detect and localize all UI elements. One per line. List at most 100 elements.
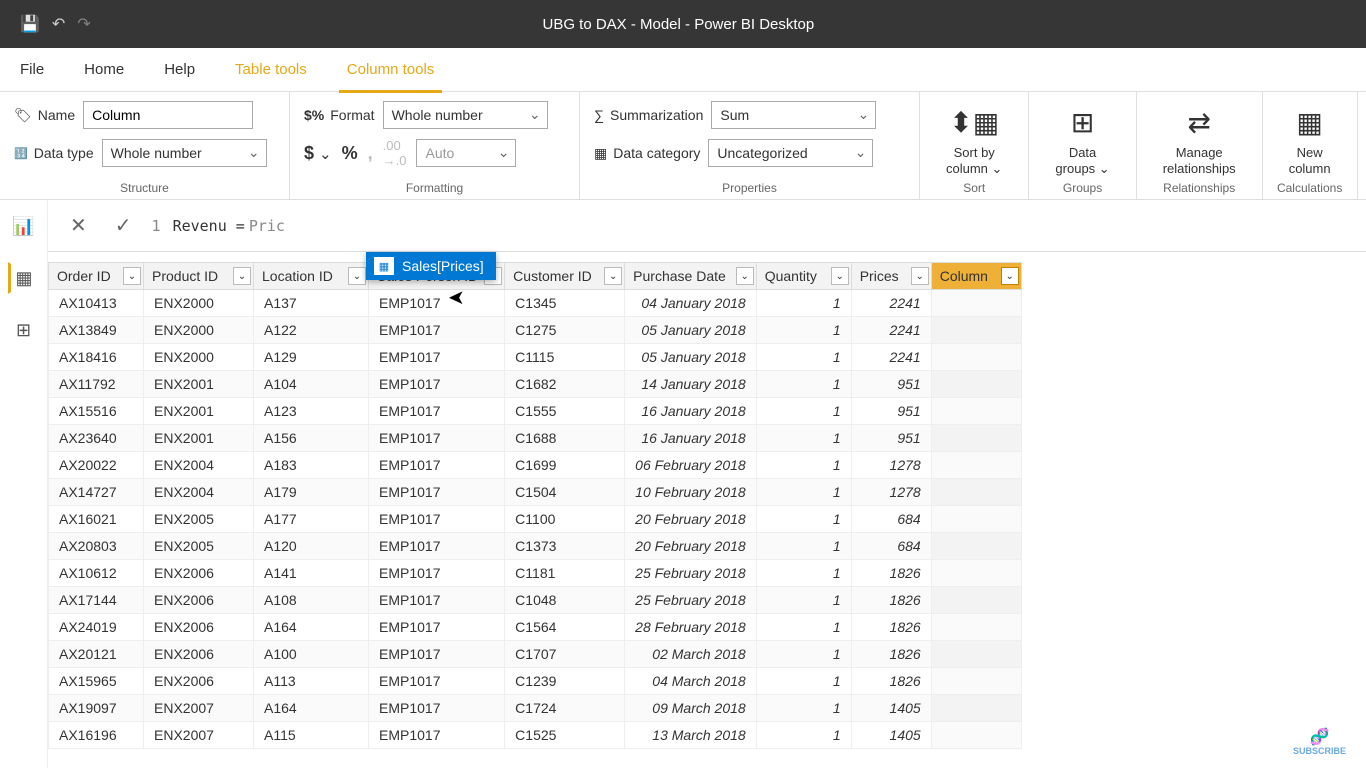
table-cell[interactable]: EMP1017: [369, 452, 505, 479]
data-view-icon[interactable]: ▦: [8, 262, 40, 294]
table-row[interactable]: AX15516ENX2001A123EMP1017C155516 January…: [49, 398, 1022, 425]
table-cell[interactable]: ENX2005: [144, 506, 254, 533]
thousands-icon[interactable]: ,: [368, 143, 373, 164]
data-groups-button[interactable]: ⊞ Data groups ⌄: [1043, 100, 1121, 179]
table-cell[interactable]: ENX2006: [144, 614, 254, 641]
table-cell[interactable]: 1826: [851, 587, 931, 614]
table-cell[interactable]: AX15965: [49, 668, 144, 695]
table-cell[interactable]: AX18416: [49, 344, 144, 371]
table-cell[interactable]: EMP1017: [369, 614, 505, 641]
table-cell[interactable]: A141: [254, 560, 369, 587]
table-cell[interactable]: A122: [254, 317, 369, 344]
column-header[interactable]: Product ID⌄: [144, 263, 254, 290]
table-cell[interactable]: [931, 695, 1021, 722]
table-cell[interactable]: [931, 344, 1021, 371]
undo-icon[interactable]: ↶: [52, 14, 65, 34]
table-cell[interactable]: 05 January 2018: [625, 317, 757, 344]
table-cell[interactable]: A104: [254, 371, 369, 398]
table-cell[interactable]: ENX2001: [144, 425, 254, 452]
table-cell[interactable]: ENX2000: [144, 317, 254, 344]
filter-icon[interactable]: ⌄: [831, 267, 849, 285]
table-cell[interactable]: 1: [756, 344, 851, 371]
filter-icon[interactable]: ⌄: [348, 267, 366, 285]
tab-file[interactable]: File: [0, 48, 64, 92]
table-cell[interactable]: AX20121: [49, 641, 144, 668]
table-cell[interactable]: EMP1017: [369, 695, 505, 722]
table-row[interactable]: AX11792ENX2001A104EMP1017C168214 January…: [49, 371, 1022, 398]
table-cell[interactable]: EMP1017: [369, 533, 505, 560]
table-cell[interactable]: A120: [254, 533, 369, 560]
table-cell[interactable]: 13 March 2018: [625, 722, 757, 749]
table-cell[interactable]: EMP1017: [369, 317, 505, 344]
table-cell[interactable]: AX20803: [49, 533, 144, 560]
table-cell[interactable]: [931, 425, 1021, 452]
table-cell[interactable]: A123: [254, 398, 369, 425]
table-cell[interactable]: AX15516: [49, 398, 144, 425]
table-cell[interactable]: ENX2006: [144, 641, 254, 668]
table-cell[interactable]: ENX2007: [144, 695, 254, 722]
table-cell[interactable]: C1525: [505, 722, 625, 749]
table-cell[interactable]: [931, 560, 1021, 587]
table-cell[interactable]: 20 February 2018: [625, 533, 757, 560]
table-cell[interactable]: A113: [254, 668, 369, 695]
table-cell[interactable]: 06 February 2018: [625, 452, 757, 479]
table-row[interactable]: AX20803ENX2005A120EMP1017C137320 Februar…: [49, 533, 1022, 560]
table-cell[interactable]: A137: [254, 290, 369, 317]
table-cell[interactable]: ENX2006: [144, 560, 254, 587]
column-header[interactable]: Location ID⌄: [254, 263, 369, 290]
table-cell[interactable]: ENX2000: [144, 344, 254, 371]
percent-icon[interactable]: %: [342, 143, 358, 164]
table-cell[interactable]: C1564: [505, 614, 625, 641]
table-cell[interactable]: 2241: [851, 317, 931, 344]
table-cell[interactable]: C1555: [505, 398, 625, 425]
table-cell[interactable]: C1699: [505, 452, 625, 479]
table-row[interactable]: AX18416ENX2000A129EMP1017C111505 January…: [49, 344, 1022, 371]
table-cell[interactable]: EMP1017: [369, 641, 505, 668]
table-cell[interactable]: EMP1017: [369, 290, 505, 317]
table-cell[interactable]: 16 January 2018: [625, 425, 757, 452]
table-cell[interactable]: AX24019: [49, 614, 144, 641]
table-cell[interactable]: AX19097: [49, 695, 144, 722]
currency-icon[interactable]: $ ⌄: [304, 143, 332, 164]
table-cell[interactable]: 1: [756, 398, 851, 425]
table-cell[interactable]: 1826: [851, 668, 931, 695]
table-cell[interactable]: 1: [756, 290, 851, 317]
table-cell[interactable]: AX16196: [49, 722, 144, 749]
table-cell[interactable]: EMP1017: [369, 560, 505, 587]
table-cell[interactable]: 1: [756, 695, 851, 722]
column-header[interactable]: Purchase Date⌄: [625, 263, 757, 290]
table-cell[interactable]: AX11792: [49, 371, 144, 398]
filter-icon[interactable]: ⌄: [123, 267, 141, 285]
filter-icon[interactable]: ⌄: [233, 267, 251, 285]
table-cell[interactable]: 14 January 2018: [625, 371, 757, 398]
table-cell[interactable]: A129: [254, 344, 369, 371]
column-header[interactable]: Quantity⌄: [756, 263, 851, 290]
table-cell[interactable]: AX13849: [49, 317, 144, 344]
table-cell[interactable]: ENX2004: [144, 479, 254, 506]
table-cell[interactable]: 1826: [851, 641, 931, 668]
table-cell[interactable]: [931, 317, 1021, 344]
table-row[interactable]: AX13849ENX2000A122EMP1017C127505 January…: [49, 317, 1022, 344]
table-cell[interactable]: 1405: [851, 722, 931, 749]
table-cell[interactable]: 2241: [851, 290, 931, 317]
table-cell[interactable]: ENX2007: [144, 722, 254, 749]
table-row[interactable]: AX15965ENX2006A113EMP1017C123904 March 2…: [49, 668, 1022, 695]
column-header[interactable]: Order ID⌄: [49, 263, 144, 290]
table-cell[interactable]: C1504: [505, 479, 625, 506]
table-cell[interactable]: EMP1017: [369, 587, 505, 614]
table-row[interactable]: AX20121ENX2006A100EMP1017C170702 March 2…: [49, 641, 1022, 668]
table-cell[interactable]: EMP1017: [369, 479, 505, 506]
table-cell[interactable]: ENX2001: [144, 371, 254, 398]
formula-cancel-button[interactable]: ✕: [62, 209, 95, 242]
table-cell[interactable]: 1: [756, 506, 851, 533]
table-cell[interactable]: 20 February 2018: [625, 506, 757, 533]
table-cell[interactable]: 09 March 2018: [625, 695, 757, 722]
table-cell[interactable]: [931, 533, 1021, 560]
table-cell[interactable]: C1239: [505, 668, 625, 695]
table-cell[interactable]: C1115: [505, 344, 625, 371]
sort-by-column-button[interactable]: ⬍▦ Sort by column ⌄: [934, 100, 1014, 179]
table-cell[interactable]: ENX2006: [144, 587, 254, 614]
table-cell[interactable]: AX20022: [49, 452, 144, 479]
table-cell[interactable]: [931, 290, 1021, 317]
table-cell[interactable]: C1373: [505, 533, 625, 560]
